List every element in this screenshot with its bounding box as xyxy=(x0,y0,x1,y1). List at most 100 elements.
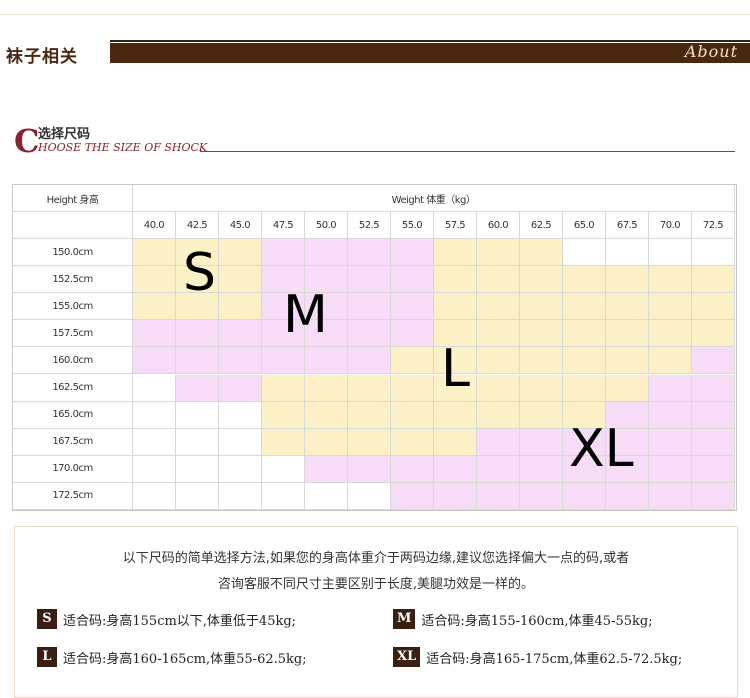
weight-header-cell: Weight 体重（kg） xyxy=(133,185,735,212)
size-cell xyxy=(649,455,692,483)
height-row-header: 150.0cm xyxy=(13,239,133,267)
weight-col-header: 65.0 xyxy=(563,212,606,239)
size-cell xyxy=(520,320,563,348)
size-cell xyxy=(520,455,563,483)
size-cell xyxy=(348,374,391,402)
section-title-cn: 选择尺码 xyxy=(38,127,91,142)
size-info-box: 以下尺码的简单选择方法,如果您的身高体重介于两码边缘,建议您选择偏大一点的码,或… xyxy=(14,526,738,698)
size-cell xyxy=(391,320,434,348)
size-cell xyxy=(563,266,606,294)
size-badge-l: L xyxy=(37,647,57,667)
height-row-header: 155.0cm xyxy=(13,293,133,321)
size-cell xyxy=(219,266,262,294)
size-badge-xl: XL xyxy=(393,647,421,667)
size-cell xyxy=(348,320,391,348)
size-cell xyxy=(133,455,176,483)
size-cell xyxy=(348,482,391,510)
size-cell xyxy=(692,482,735,510)
weight-col-header: 67.5 xyxy=(606,212,649,239)
size-cell xyxy=(348,347,391,375)
height-value: 157.5cm xyxy=(52,327,93,339)
size-cell xyxy=(305,455,348,483)
size-cell xyxy=(176,347,219,375)
weight-value: 62.5 xyxy=(530,219,552,231)
size-cell xyxy=(176,401,219,429)
weight-header: Weight 体重（kg） xyxy=(391,194,476,206)
size-cell xyxy=(305,239,348,267)
size-cell xyxy=(348,239,391,267)
height-value: 150.0cm xyxy=(52,246,93,258)
height-row-header: 167.5cm xyxy=(13,428,133,456)
size-cell xyxy=(262,239,305,267)
height-value: 155.0cm xyxy=(52,300,93,312)
size-text-m: 适合码:身高155-160cm,体重45-55kg; xyxy=(421,613,653,629)
size-cell xyxy=(176,482,219,510)
size-cell xyxy=(692,239,735,267)
size-cell xyxy=(692,428,735,456)
header-about: About xyxy=(684,42,738,61)
size-cell xyxy=(477,482,520,510)
size-text-s: 适合码:身高155cm以下,体重低于45kg; xyxy=(63,613,297,629)
weight-col-header: 55.0 xyxy=(391,212,434,239)
size-cell xyxy=(219,401,262,429)
height-row-header: 152.5cm xyxy=(13,266,133,294)
size-cell xyxy=(434,401,477,429)
size-label-m: M xyxy=(283,285,328,345)
weight-value: 72.5 xyxy=(702,219,724,231)
height-row-header: 160.0cm xyxy=(13,347,133,375)
weight-value: 42.5 xyxy=(186,219,208,231)
section-divider xyxy=(200,151,735,152)
size-cell xyxy=(262,347,305,375)
height-value: 172.5cm xyxy=(52,490,93,502)
height-value: 162.5cm xyxy=(52,382,93,394)
size-cell xyxy=(348,401,391,429)
height-row-header: 162.5cm xyxy=(13,374,133,402)
size-cell xyxy=(176,320,219,348)
size-item-m: M 适合码:身高155-160cm,体重45-55kg; xyxy=(393,609,653,629)
size-label-s: S xyxy=(183,243,217,303)
size-cell xyxy=(305,347,348,375)
size-text-l: 适合码:身高160-165cm,体重55-62.5kg; xyxy=(63,651,307,667)
size-cell xyxy=(649,347,692,375)
size-cell xyxy=(133,239,176,267)
weight-col-header: 50.0 xyxy=(305,212,348,239)
size-cell xyxy=(606,347,649,375)
size-cell xyxy=(520,401,563,429)
size-cell xyxy=(606,482,649,510)
size-cell xyxy=(649,266,692,294)
size-badge-s: S xyxy=(37,609,57,629)
size-cell xyxy=(649,239,692,267)
size-cell xyxy=(348,455,391,483)
size-cell xyxy=(477,266,520,294)
size-cell xyxy=(692,266,735,294)
weight-value: 57.5 xyxy=(444,219,466,231)
size-chart-table: Height 身高 Weight 体重（kg） 40.0 42.5 45.0 47.5 50… xyxy=(12,184,737,511)
size-cell xyxy=(692,374,735,402)
size-cell xyxy=(434,266,477,294)
size-cell xyxy=(262,401,305,429)
size-cell xyxy=(305,401,348,429)
size-cell xyxy=(262,374,305,402)
size-cell xyxy=(176,374,219,402)
weight-col-header: 62.5 xyxy=(520,212,563,239)
weight-value: 70.0 xyxy=(659,219,681,231)
size-cell xyxy=(434,482,477,510)
size-cell xyxy=(649,293,692,321)
size-text-xl: 适合码:身高165-175cm,体重62.5-72.5kg; xyxy=(426,651,683,667)
height-value: 170.0cm xyxy=(52,463,93,475)
size-cell xyxy=(649,428,692,456)
size-cell xyxy=(348,293,391,321)
size-cell xyxy=(606,266,649,294)
weight-col-header: 60.0 xyxy=(477,212,520,239)
size-cell xyxy=(520,374,563,402)
size-cell xyxy=(219,374,262,402)
size-cell xyxy=(219,320,262,348)
weight-col-header: 52.5 xyxy=(348,212,391,239)
size-badge-m: M xyxy=(393,609,416,629)
size-cell xyxy=(133,401,176,429)
size-cell xyxy=(606,320,649,348)
height-row-header: 170.0cm xyxy=(13,455,133,483)
size-cell xyxy=(563,293,606,321)
section-initial: C xyxy=(14,122,40,160)
size-cell xyxy=(176,428,219,456)
